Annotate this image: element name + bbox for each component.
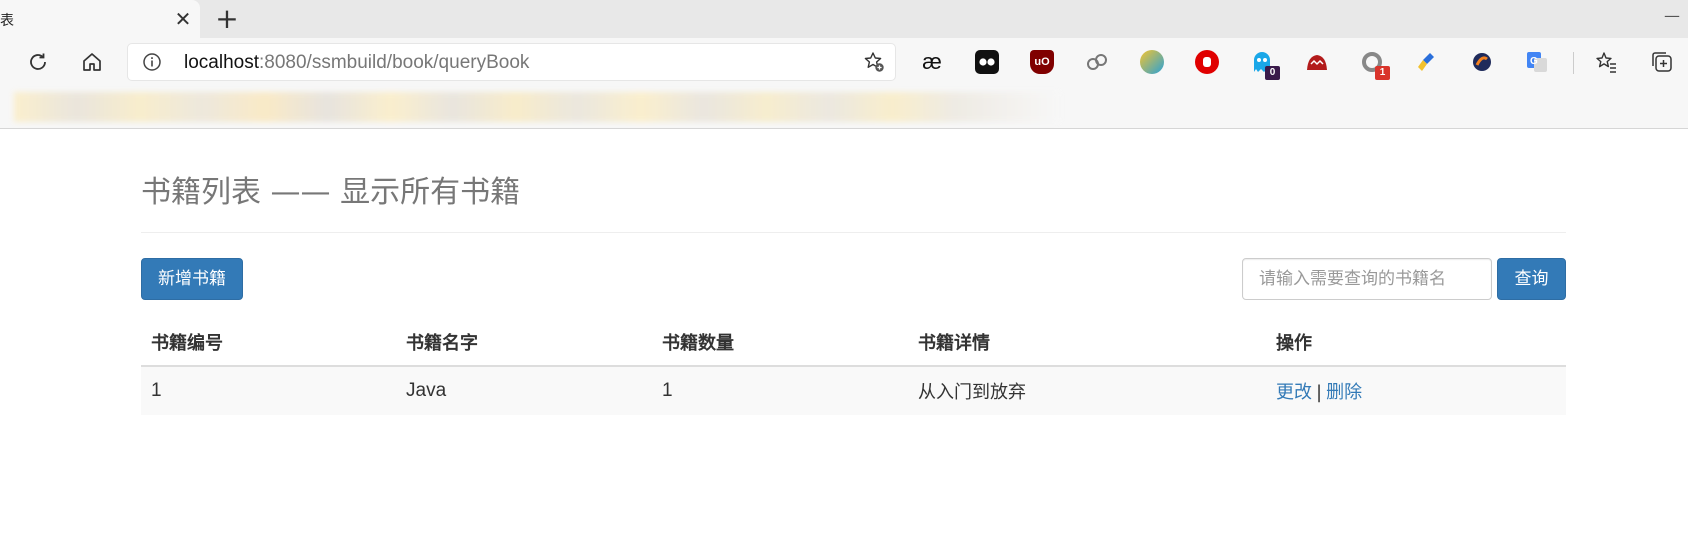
new-tab-icon[interactable]: + bbox=[212, 4, 242, 34]
bird-icon[interactable] bbox=[1140, 50, 1164, 74]
circle-icon[interactable]: 1 bbox=[1360, 50, 1390, 80]
tab-bar: 表 ✕ + — bbox=[0, 0, 1688, 38]
favorites-bar bbox=[0, 86, 1688, 129]
url-host: localhost bbox=[184, 52, 259, 73]
cell-actions: 更改 | 删除 bbox=[1266, 366, 1566, 415]
link-icon[interactable] bbox=[1085, 50, 1109, 74]
site-info-icon[interactable] bbox=[142, 52, 162, 72]
column-header-name: 书籍名字 bbox=[396, 318, 652, 367]
delete-link[interactable]: 删除 bbox=[1326, 382, 1362, 403]
address-bar[interactable]: localhost:8080/ssmbuild/book/queryBook bbox=[128, 44, 895, 80]
broom-icon[interactable] bbox=[1415, 50, 1439, 74]
page-header: 书籍列表 —— 显示所有书籍 bbox=[141, 172, 1566, 233]
monster-icon[interactable] bbox=[1305, 50, 1329, 74]
minimize-icon[interactable]: — bbox=[1664, 6, 1680, 25]
column-header-actions: 操作 bbox=[1266, 318, 1566, 367]
cell-book-count: 1 bbox=[652, 366, 908, 415]
favorites-icon[interactable] bbox=[1590, 46, 1622, 78]
home-icon[interactable] bbox=[76, 46, 108, 78]
column-header-id: 书籍编号 bbox=[141, 318, 396, 367]
ghost-badge: 0 bbox=[1265, 66, 1280, 80]
search-input[interactable] bbox=[1242, 258, 1492, 300]
circle-badge: 1 bbox=[1375, 66, 1390, 80]
close-tab-icon[interactable]: ✕ bbox=[170, 6, 196, 32]
cell-book-id: 1 bbox=[141, 366, 396, 415]
tab-title: 表 bbox=[0, 13, 14, 29]
ublock-icon[interactable]: uO bbox=[1030, 50, 1054, 74]
collections-icon[interactable] bbox=[1646, 46, 1678, 78]
books-table: 书籍编号 书籍名字 书籍数量 书籍详情 操作 1 Java 1 从入门到放弃 更… bbox=[141, 318, 1566, 415]
favorites-bar-items[interactable] bbox=[14, 92, 1059, 122]
add-favorite-icon[interactable] bbox=[863, 51, 885, 73]
ae-icon[interactable]: æ bbox=[920, 49, 944, 74]
browser-tab[interactable]: 表 ✕ bbox=[0, 0, 200, 38]
search-button[interactable]: 查询 bbox=[1497, 258, 1566, 300]
url-path: :8080/ssmbuild/book/queryBook bbox=[259, 52, 530, 73]
toolbar-divider bbox=[1573, 52, 1574, 74]
page-title: 书籍列表 —— 显示所有书籍 bbox=[141, 175, 521, 210]
tampermonkey-icon[interactable] bbox=[975, 50, 999, 74]
column-header-detail: 书籍详情 bbox=[908, 318, 1266, 367]
table-row: 1 Java 1 从入门到放弃 更改 | 删除 bbox=[141, 366, 1566, 415]
column-header-count: 书籍数量 bbox=[652, 318, 908, 367]
edit-link[interactable]: 更改 bbox=[1276, 382, 1312, 403]
browser-toolbar: localhost:8080/ssmbuild/book/queryBook æ… bbox=[0, 38, 1688, 86]
table-header-row: 书籍编号 书籍名字 书籍数量 书籍详情 操作 bbox=[141, 318, 1566, 367]
stop-icon[interactable] bbox=[1195, 50, 1219, 74]
svg-text:G: G bbox=[1530, 56, 1538, 67]
ghost-icon[interactable]: 0 bbox=[1250, 50, 1280, 80]
refresh-icon[interactable] bbox=[22, 46, 54, 78]
translate-icon[interactable]: G bbox=[1525, 50, 1549, 74]
url-text: localhost:8080/ssmbuild/book/queryBook bbox=[184, 52, 529, 74]
add-book-button[interactable]: 新增书籍 bbox=[141, 258, 243, 300]
cell-book-detail: 从入门到放弃 bbox=[908, 366, 1266, 415]
cell-book-name: Java bbox=[396, 366, 652, 415]
action-separator: | bbox=[1316, 382, 1323, 403]
swirl-icon[interactable] bbox=[1470, 50, 1494, 74]
